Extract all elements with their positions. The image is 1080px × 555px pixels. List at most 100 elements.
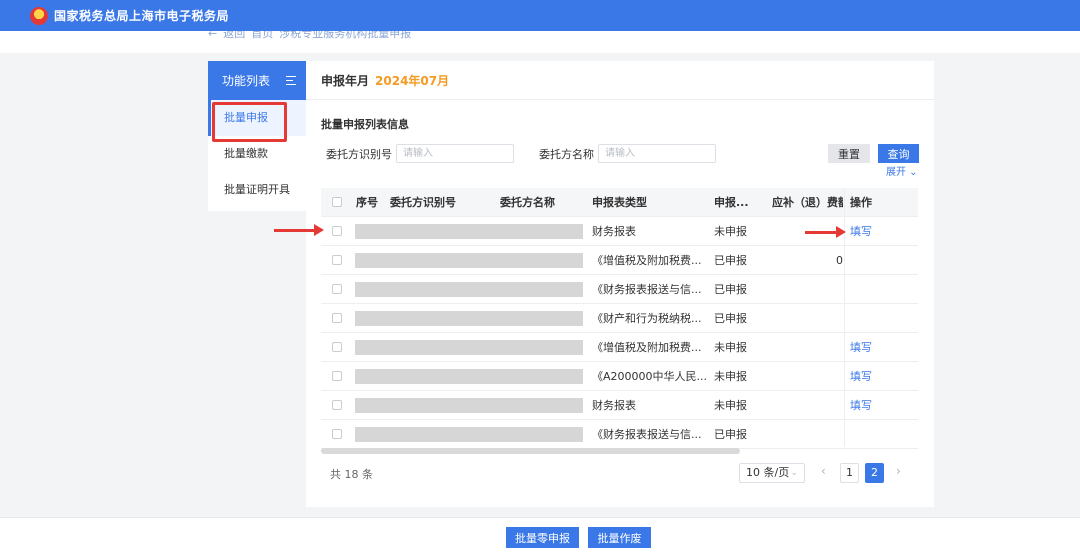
col-header-index: 序号 xyxy=(356,196,378,209)
client-name-input[interactable] xyxy=(598,144,716,163)
batch-zero-declare-button[interactable]: 批量零申报 xyxy=(506,527,579,548)
total-count: 共 18 条 xyxy=(330,468,373,481)
reset-button[interactable]: 重置 xyxy=(828,144,870,163)
breadcrumb-current: 涉税专业服务机构批量申报 xyxy=(279,31,412,39)
table-row: 《财务报表报送与信... 已申报 xyxy=(321,275,918,304)
redacted-client-info xyxy=(355,340,583,355)
row-checkbox[interactable] xyxy=(332,400,342,410)
row-checkbox[interactable] xyxy=(332,313,342,323)
fixed-action-column xyxy=(844,188,918,447)
page-size-value: 10 条/页 xyxy=(746,466,790,479)
status-cell: 未申报 xyxy=(714,225,747,238)
filter-client-name: 委托方名称 xyxy=(539,144,716,163)
col-header-amount: 应补（退）费额 xyxy=(772,196,843,209)
form-type-cell: 《增值税及附加税费... xyxy=(592,341,702,354)
table-header: 序号 委托方识别号 委托方名称 申报表类型 申报... 应补（退）费额 操作 xyxy=(321,188,918,217)
form-type-cell: 《财务报表报送与信... xyxy=(592,283,702,296)
form-type-cell: 《财产和行为税纳税... xyxy=(592,312,702,325)
page-1-button[interactable]: 1 xyxy=(840,463,859,483)
back-arrow-icon[interactable]: ← xyxy=(208,31,217,39)
form-type-cell: 《增值税及附加税费... xyxy=(592,254,702,267)
period-label: 申报年月 xyxy=(321,73,370,88)
table-row: 《A200000中华人民... 未申报 填写 xyxy=(321,362,918,391)
status-cell: 已申报 xyxy=(714,254,747,267)
form-type-cell: 财务报表 xyxy=(592,225,636,238)
client-id-label: 委托方识别号 xyxy=(326,147,392,161)
row-checkbox[interactable] xyxy=(332,371,342,381)
form-type-cell: 财务报表 xyxy=(592,399,636,412)
form-type-cell: 《财务报表报送与信... xyxy=(592,428,702,441)
status-cell: 已申报 xyxy=(714,312,747,325)
row-checkbox[interactable] xyxy=(332,284,342,294)
amount-cell xyxy=(772,420,843,449)
top-bar: 国家税务总局上海市电子税务局 xyxy=(0,0,1080,31)
redacted-client-info xyxy=(355,311,583,326)
table-row: 《增值税及附加税费... 已申报 0 xyxy=(321,246,918,275)
batch-void-button[interactable]: 批量作废 xyxy=(588,527,651,548)
expand-toggle[interactable]: 展开 ⌄ xyxy=(886,163,918,178)
breadcrumb-bar: ← 返回 首页 涉税专业服务机构批量申报 xyxy=(0,31,1080,53)
client-id-input[interactable] xyxy=(396,144,514,163)
annotation-arrow-left xyxy=(274,224,324,236)
horizontal-scrollbar[interactable] xyxy=(321,448,740,454)
breadcrumb: ← 返回 首页 涉税专业服务机构批量申报 xyxy=(208,31,417,39)
sidebar-item-batch-certificate[interactable]: 批量证明开具 xyxy=(208,172,306,208)
row-checkbox[interactable] xyxy=(332,429,342,439)
status-cell: 已申报 xyxy=(714,283,747,296)
function-sidebar: 功能列表 批量申报 批量缴款 批量证明开具 xyxy=(208,61,306,211)
section-title: 批量申报列表信息 xyxy=(321,118,409,131)
breadcrumb-back[interactable]: 返回 xyxy=(223,31,245,39)
redacted-client-info xyxy=(355,398,583,413)
amount-cell xyxy=(772,391,843,420)
period-row: 申报年月 2024年07月 xyxy=(306,61,934,100)
redacted-client-info xyxy=(355,224,583,239)
row-checkbox[interactable] xyxy=(332,342,342,352)
redacted-client-info xyxy=(355,369,583,384)
status-cell: 未申报 xyxy=(714,370,747,383)
tax-emblem-icon xyxy=(30,6,48,25)
annotation-arrow-right xyxy=(805,226,846,238)
page-2-button[interactable]: 2 xyxy=(865,463,884,483)
col-header-status: 申报... xyxy=(714,196,749,209)
prev-page-icon[interactable]: ‹ xyxy=(821,464,826,478)
col-header-client-id: 委托方识别号 xyxy=(390,196,456,209)
query-button[interactable]: 查询 xyxy=(878,144,919,163)
amount-cell: 0 xyxy=(836,254,843,267)
declaration-table: 序号 委托方识别号 委托方名称 申报表类型 申报... 应补（退）费额 操作 财… xyxy=(321,188,918,449)
sidebar-item-batch-payment[interactable]: 批量缴款 xyxy=(208,136,306,172)
sidebar-title: 功能列表 xyxy=(222,74,271,88)
redacted-client-info xyxy=(355,427,583,442)
period-value: 2024年07月 xyxy=(375,73,450,88)
breadcrumb-home[interactable]: 首页 xyxy=(251,31,273,39)
next-page-icon[interactable]: › xyxy=(896,464,901,478)
table-row: 《增值税及附加税费... 未申报 填写 xyxy=(321,333,918,362)
collapse-menu-icon[interactable] xyxy=(286,76,296,85)
select-all-checkbox[interactable] xyxy=(332,197,342,207)
sidebar-item-batch-declare[interactable]: 批量申报 xyxy=(208,100,306,136)
app-title: 国家税务总局上海市电子税务局 xyxy=(54,9,230,23)
amount-cell xyxy=(772,333,843,362)
status-cell: 已申报 xyxy=(714,428,747,441)
row-checkbox[interactable] xyxy=(332,226,342,236)
table-body: 财务报表 未申报 填写 《增值税及附加税费... 已申报 0 《财务报表报送与信... 已申报… xyxy=(321,217,918,449)
status-cell: 未申报 xyxy=(714,399,747,412)
form-type-cell: 《A200000中华人民... xyxy=(592,370,708,383)
table-row: 《财产和行为税纳税... 已申报 xyxy=(321,304,918,333)
redacted-client-info xyxy=(355,253,583,268)
amount-cell xyxy=(772,275,843,304)
main-panel: 申报年月 2024年07月 批量申报列表信息 委托方识别号 委托方名称 重置 查… xyxy=(306,61,934,507)
row-checkbox[interactable] xyxy=(332,255,342,265)
chevron-down-icon: ⌄ xyxy=(790,468,798,478)
page-size-select[interactable]: 10 条/页 ⌄ xyxy=(739,463,805,483)
table-row: 财务报表 未申报 填写 xyxy=(321,391,918,420)
col-header-form-type: 申报表类型 xyxy=(592,196,647,209)
amount-cell xyxy=(772,362,843,391)
amount-cell xyxy=(772,304,843,333)
col-header-client-name: 委托方名称 xyxy=(500,196,555,209)
client-name-label: 委托方名称 xyxy=(539,147,594,161)
sidebar-header: 功能列表 xyxy=(208,61,306,100)
filter-client-id: 委托方识别号 xyxy=(326,144,514,163)
redacted-client-info xyxy=(355,282,583,297)
status-cell: 未申报 xyxy=(714,341,747,354)
table-row: 《财务报表报送与信... 已申报 xyxy=(321,420,918,449)
